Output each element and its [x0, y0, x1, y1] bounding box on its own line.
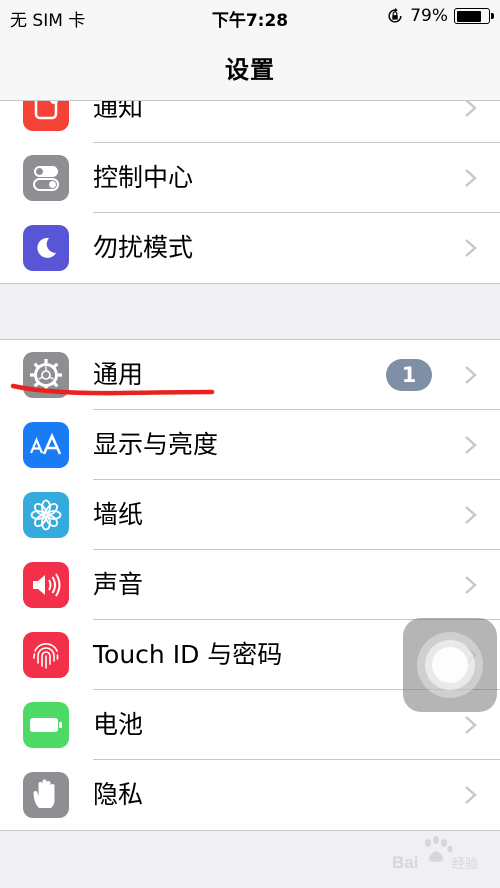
hand-icon — [23, 772, 69, 818]
gear-icon — [23, 352, 69, 398]
settings-row-label: 电池 — [93, 710, 144, 739]
settings-row-label: 控制中心 — [93, 163, 194, 192]
settings-row-general[interactable]: 通用 1 — [0, 340, 500, 410]
settings-row-display-brightness[interactable]: 显示与亮度 — [0, 410, 500, 480]
chevron-right-icon — [465, 169, 477, 187]
chevron-right-icon — [465, 366, 477, 384]
settings-row-label: 隐私 — [93, 780, 144, 809]
chevron-right-icon — [465, 506, 477, 524]
orientation-lock-icon — [388, 7, 402, 23]
battery-indicator-icon — [454, 8, 494, 24]
settings-row-sounds[interactable]: 声音 — [0, 550, 500, 620]
text-size-icon — [23, 422, 69, 468]
svg-text:Bai: Bai — [392, 853, 418, 872]
status-bar: 无 SIM 卡 下午7:28 79% — [0, 0, 500, 34]
assistive-touch-dot — [432, 647, 468, 683]
settings-row-label: 勿扰模式 — [93, 233, 194, 262]
settings-row-do-not-disturb[interactable]: 勿扰模式 — [0, 213, 500, 283]
chevron-right-icon — [465, 786, 477, 804]
svg-text:经验: 经验 — [452, 856, 478, 872]
baidu-watermark-logo: Bai 经验 — [392, 836, 478, 872]
battery-fill — [456, 10, 481, 22]
chevron-right-icon — [465, 99, 477, 117]
settings-row-wallpaper[interactable]: 墙纸 — [0, 480, 500, 550]
navigation-bar: 设置 — [0, 34, 500, 101]
settings-row-label: 墙纸 — [93, 500, 144, 529]
control-center-icon — [23, 155, 69, 201]
status-right: 79% — [386, 6, 494, 26]
moon-icon — [23, 225, 69, 271]
fingerprint-icon — [23, 632, 69, 678]
settings-row-label: Touch ID 与密码 — [93, 640, 283, 669]
settings-row-control-center[interactable]: 控制中心 — [0, 143, 500, 213]
battery-icon — [23, 702, 69, 748]
update-badge: 1 — [386, 359, 432, 391]
settings-row-privacy[interactable]: 隐私 — [0, 760, 500, 830]
assistive-touch-button[interactable] — [403, 618, 497, 712]
settings-row-label: 声音 — [93, 570, 144, 599]
settings-row-label: 显示与亮度 — [93, 430, 219, 459]
speaker-icon — [23, 562, 69, 608]
flower-icon — [23, 492, 69, 538]
chevron-right-icon — [465, 576, 477, 594]
settings-group-1: 通知 控制中心 勿扰模式 — [0, 73, 500, 284]
chevron-right-icon — [465, 239, 477, 257]
page-title: 设置 — [225, 55, 275, 84]
assistive-touch-ring — [425, 640, 475, 690]
chevron-right-icon — [465, 436, 477, 454]
battery-percent: 79% — [410, 6, 448, 26]
assistive-touch-ring — [417, 632, 483, 698]
chevron-right-icon — [465, 716, 477, 734]
settings-group-2: 通用 1 显示与亮度 墙纸 声音 Touch ID 与密码 电池 隐私 — [0, 339, 500, 831]
settings-row-label: 通用 — [93, 360, 144, 389]
